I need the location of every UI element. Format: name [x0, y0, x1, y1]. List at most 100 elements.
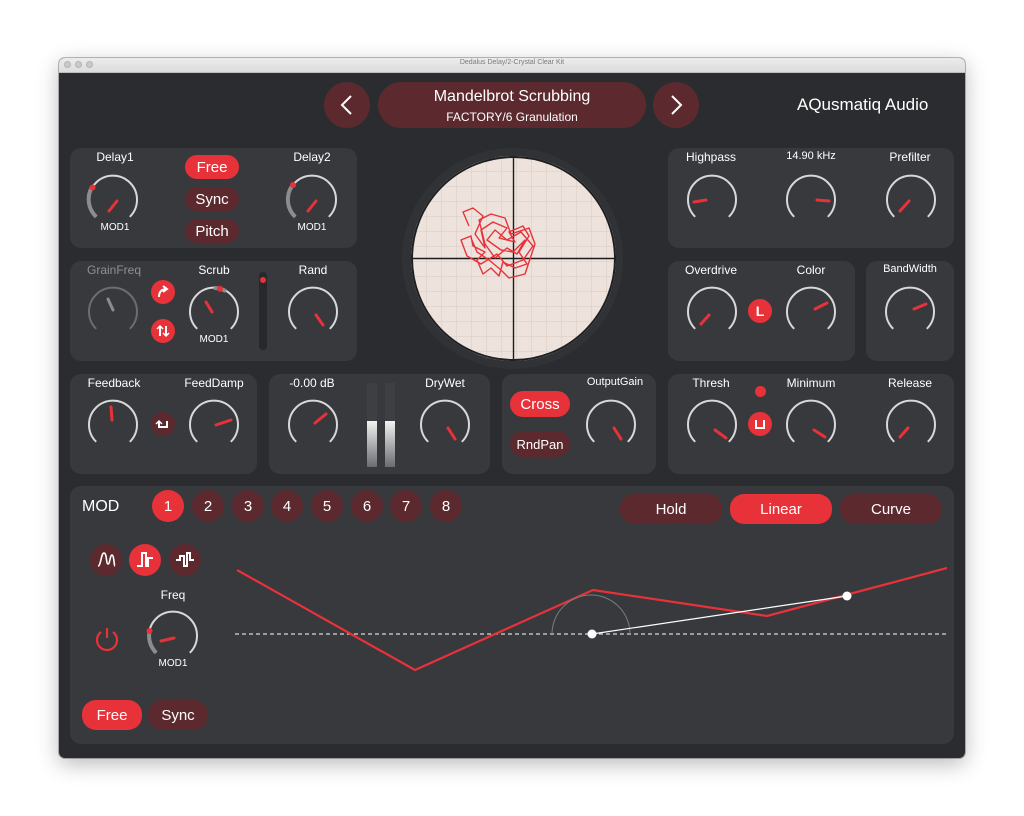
drywet-knob[interactable]: [415, 395, 475, 459]
color-label: Color: [796, 263, 826, 277]
highpass-freq-value: 14.90 kHz: [786, 150, 836, 162]
mod-slot-5-button[interactable]: 5: [311, 490, 343, 522]
prefilter-knob[interactable]: [881, 170, 941, 234]
envelope-point-1[interactable]: [587, 629, 597, 639]
delay-mode-sync-button[interactable]: Sync: [185, 187, 239, 211]
gate-mode-button[interactable]: [748, 412, 772, 436]
gate-shape-icon: [755, 420, 765, 429]
preset-selector[interactable]: Mandelbrot Scrubbing FACTORY/6 Granulati…: [378, 82, 646, 128]
delay1-label: Delay1: [96, 150, 134, 164]
power-icon[interactable]: [92, 623, 122, 653]
envelope-curve: [236, 566, 948, 672]
square-wave-icon: [137, 552, 153, 567]
level-meter-left-fill: [367, 421, 377, 467]
shape-step-button[interactable]: [169, 544, 201, 576]
next-preset-button[interactable]: [653, 82, 699, 128]
scrub-label: Scrub: [198, 263, 230, 277]
mod-slot-3-button[interactable]: 3: [232, 490, 264, 522]
shape-smooth-button[interactable]: [90, 544, 122, 576]
preset-category: FACTORY/6 Granulation: [446, 110, 578, 124]
feeddamp-knob[interactable]: [184, 395, 244, 459]
mod-slot-7-button[interactable]: 7: [390, 490, 422, 522]
grainfreq-knob[interactable]: [83, 282, 143, 346]
chevron-right-icon: [671, 95, 683, 115]
grain-slider[interactable]: [259, 272, 267, 350]
curve-handle-arc: [551, 594, 631, 635]
xy-scope-display: [411, 156, 616, 361]
mod-sync-button[interactable]: Sync: [148, 700, 208, 730]
step-wave-icon: [176, 552, 194, 567]
grain-slider-handle[interactable]: [260, 277, 266, 283]
scrub-mod-label: MOD1: [199, 334, 229, 345]
scrub-swap-button[interactable]: [151, 319, 175, 343]
mod-slot-8-button[interactable]: 8: [430, 490, 462, 522]
overdrive-knob[interactable]: [682, 282, 742, 346]
grainfreq-label: GrainFreq: [86, 263, 142, 277]
level-meter-left: [367, 383, 377, 467]
curve-arrow-icon: [158, 285, 169, 298]
output-level-knob[interactable]: [283, 395, 343, 459]
mod-envelope-editor[interactable]: [235, 556, 948, 736]
thresh-knob[interactable]: [682, 395, 742, 459]
level-meter-right: [385, 383, 395, 467]
mod-slot-6-button[interactable]: 6: [351, 490, 383, 522]
selected-segment-line: [591, 595, 848, 635]
delay2-label: Delay2: [293, 150, 331, 164]
swap-arrows-icon: [156, 324, 170, 338]
mod-slot-2-button[interactable]: 2: [192, 490, 224, 522]
smooth-wave-icon: [97, 552, 116, 567]
preset-name: Mandelbrot Scrubbing: [433, 88, 591, 105]
prefilter-label: Prefilter: [889, 150, 931, 164]
feedback-label: Feedback: [87, 376, 141, 390]
scrub-direction-button[interactable]: [151, 280, 175, 304]
delay1-mod-label: MOD1: [100, 222, 130, 233]
delay2-mod-label: MOD1: [297, 222, 327, 233]
filter-freq-knob[interactable]: [781, 170, 841, 234]
window-title: Dedalus Delay/2-Crystal Clear Kit: [459, 59, 565, 66]
mod-slot-4-button[interactable]: 4: [271, 490, 303, 522]
shape-square-button[interactable]: [129, 544, 161, 576]
interp-hold-button[interactable]: Hold: [620, 494, 722, 524]
level-meter-right-fill: [385, 421, 395, 467]
gate-led: [755, 386, 766, 397]
mod-freq-mod-label: MOD1: [158, 658, 188, 669]
feedback-mode-button[interactable]: [151, 412, 175, 436]
color-knob[interactable]: [781, 282, 841, 346]
bandwidth-knob[interactable]: [880, 282, 940, 346]
thresh-label: Thresh: [692, 376, 730, 390]
interp-curve-button[interactable]: Curve: [840, 494, 942, 524]
feeddamp-label: FeedDamp: [184, 376, 244, 390]
envelope-point-2[interactable]: [842, 591, 852, 601]
mod-freq-label: Freq: [160, 588, 186, 602]
rndpan-button[interactable]: RndPan: [510, 431, 570, 457]
rand-knob[interactable]: [283, 282, 343, 346]
delay-mode-pitch-button[interactable]: Pitch: [185, 219, 239, 243]
mod-label: MOD: [82, 498, 120, 515]
overdrive-label: Overdrive: [684, 263, 737, 277]
highpass-knob[interactable]: [682, 170, 742, 234]
mod-slot-1-button[interactable]: 1: [152, 490, 184, 522]
rand-label: Rand: [298, 263, 328, 277]
plugin-window: Dedalus Delay/2-Crystal Clear Kit Mandel…: [59, 58, 965, 758]
chevron-left-icon: [340, 95, 352, 115]
highpass-label: Highpass: [685, 150, 737, 164]
interp-linear-button[interactable]: Linear: [730, 494, 832, 524]
prev-preset-button[interactable]: [324, 82, 370, 128]
feedback-route-icon: [155, 419, 168, 428]
drywet-label: DryWet: [425, 376, 465, 390]
minimum-knob[interactable]: [781, 395, 841, 459]
mod-free-button[interactable]: Free: [82, 700, 142, 730]
cross-button[interactable]: Cross: [510, 391, 570, 417]
title-bar: Dedalus Delay/2-Crystal Clear Kit: [59, 58, 965, 73]
release-label: Release: [887, 376, 933, 390]
outputgain-label: OutputGain: [586, 376, 644, 388]
feedback-knob[interactable]: [83, 395, 143, 459]
minimum-label: Minimum: [786, 376, 836, 390]
delay-mode-free-button[interactable]: Free: [185, 155, 239, 179]
output-db-value: -0.00 dB: [289, 376, 335, 390]
outputgain-knob[interactable]: [581, 395, 641, 459]
drive-mode-l-button[interactable]: L: [748, 299, 772, 323]
brand-logo: AQusmatiq Audio: [797, 95, 929, 114]
bandwidth-label: BandWidth: [883, 263, 937, 275]
release-knob[interactable]: [881, 395, 941, 459]
